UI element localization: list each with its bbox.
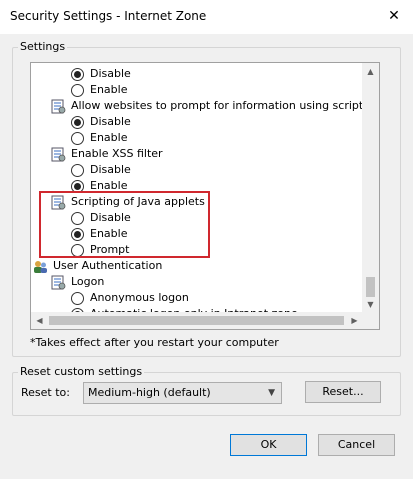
setting-option[interactable]: Anonymous logon — [71, 290, 189, 306]
setting-item: Enable XSS filter — [51, 146, 163, 162]
scroll-left-icon[interactable]: ◀ — [31, 312, 48, 329]
setting-option[interactable]: Disable — [71, 114, 131, 130]
radio-unchecked-icon[interactable] — [71, 131, 84, 145]
setting-label: Disable — [90, 163, 131, 176]
setting-label: Anonymous logon — [90, 291, 189, 304]
reset-group-label: Reset custom settings — [18, 365, 145, 378]
setting-option[interactable]: Disable — [71, 162, 131, 178]
vertical-scrollbar[interactable]: ▲ ▼ — [362, 63, 379, 313]
reset-to-label: Reset to: — [21, 386, 70, 399]
vertical-scroll-thumb[interactable] — [366, 277, 375, 297]
setting-option[interactable]: Enable — [71, 130, 127, 146]
settings-group-label: Settings — [18, 40, 68, 53]
radio-unchecked-icon[interactable] — [71, 163, 84, 177]
settings-icon — [51, 99, 71, 114]
settings-icon — [51, 275, 71, 290]
restart-note: *Takes effect after you restart your com… — [30, 336, 279, 349]
setting-label: User Authentication — [53, 259, 163, 272]
cancel-button[interactable]: Cancel — [318, 434, 395, 456]
reset-level-select[interactable]: Medium-high (default) ▼ — [83, 382, 282, 404]
window-title: Security Settings - Internet Zone — [10, 9, 207, 23]
setting-label: Enable — [90, 83, 128, 96]
horizontal-scroll-thumb[interactable] — [49, 316, 344, 325]
setting-category: User Authentication — [33, 258, 162, 274]
setting-label: Disable — [90, 115, 131, 128]
radio-unchecked-icon[interactable] — [71, 291, 84, 305]
ok-button[interactable]: OK — [230, 434, 307, 456]
close-icon[interactable]: ✕ — [385, 7, 403, 25]
setting-label: Logon — [71, 275, 105, 288]
settings-icon — [51, 147, 71, 162]
reset-level-value: Medium-high (default) — [88, 386, 211, 399]
radio-checked-icon[interactable] — [71, 115, 84, 129]
scroll-right-icon[interactable]: ▶ — [346, 312, 363, 329]
scroll-up-icon[interactable]: ▲ — [362, 63, 379, 80]
reset-button[interactable]: Reset... — [305, 381, 381, 403]
java-applets-highlight-box — [39, 191, 210, 258]
setting-label: Allow websites to prompt for information… — [71, 99, 380, 112]
setting-label: Enable — [90, 131, 128, 144]
scroll-down-icon[interactable]: ▼ — [362, 296, 379, 313]
setting-label: Enable XSS filter — [71, 147, 163, 160]
setting-option[interactable]: Enable — [71, 82, 127, 98]
title-bar: Security Settings - Internet Zone ✕ — [0, 0, 413, 34]
users-icon — [33, 259, 53, 274]
setting-label: Disable — [90, 67, 131, 80]
setting-option[interactable]: Disable — [71, 66, 131, 82]
chevron-down-icon: ▼ — [268, 388, 275, 398]
radio-unchecked-icon[interactable] — [71, 83, 84, 97]
radio-checked-icon[interactable] — [71, 67, 84, 81]
setting-item: Logon — [51, 274, 104, 290]
horizontal-scrollbar[interactable]: ◀ ▶ — [31, 312, 379, 329]
setting-item: Allow websites to prompt for information… — [51, 98, 380, 114]
